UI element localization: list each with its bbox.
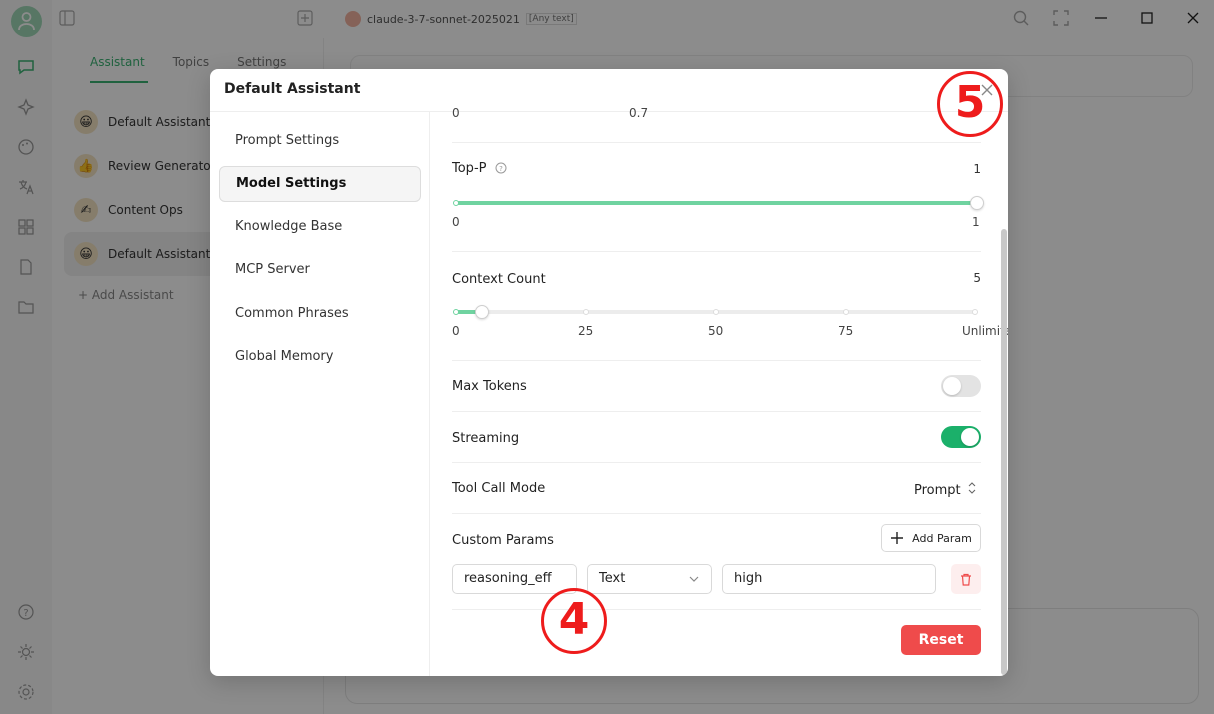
annotation-badge-5: 5	[937, 71, 1003, 137]
nav-common-phrases[interactable]: Common Phrases	[219, 296, 421, 332]
slider-dot	[453, 200, 459, 206]
tool-call-mode-select[interactable]: Prompt	[914, 482, 976, 498]
divider	[452, 142, 981, 143]
slider-dot	[843, 309, 849, 315]
top-p-max-label: 1	[972, 215, 980, 229]
streaming-label: Streaming	[452, 431, 520, 446]
max-tokens-label: Max Tokens	[452, 379, 527, 394]
divider	[452, 411, 981, 412]
tool-call-mode-label: Tool Call Mode	[452, 481, 546, 496]
divider	[452, 609, 981, 610]
nav-model-settings[interactable]: Model Settings	[219, 166, 421, 202]
toggle-knob	[961, 428, 979, 446]
reset-button[interactable]: Reset	[901, 625, 981, 655]
updown-chevron-icon	[968, 482, 976, 494]
slider-dot	[713, 309, 719, 315]
chevron-down-icon	[689, 576, 699, 582]
param-value-input[interactable]: high	[722, 564, 936, 594]
context-tick-75: 75	[838, 324, 854, 338]
divider	[452, 513, 981, 514]
divider	[452, 360, 981, 361]
divider	[452, 251, 981, 252]
trash-icon	[961, 573, 971, 586]
annotation-badge-4: 4	[541, 588, 607, 654]
slider-dot	[972, 309, 978, 315]
top-p-slider-fill	[456, 201, 977, 205]
context-tick-0: 0	[452, 324, 460, 338]
custom-params-label: Custom Params	[452, 533, 554, 548]
toggle-knob	[943, 377, 961, 395]
context-tick-25: 25	[578, 324, 594, 338]
nav-global-memory[interactable]: Global Memory	[219, 339, 421, 375]
nav-prompt-settings[interactable]: Prompt Settings	[219, 123, 421, 159]
svg-text:?: ?	[499, 165, 503, 173]
delete-param-button[interactable]	[951, 564, 981, 594]
top-p-min-label: 0	[452, 215, 460, 229]
context-tick-50: 50	[708, 324, 724, 338]
param-type-value: Text	[599, 571, 626, 586]
param-name-input[interactable]: reasoning_eff	[452, 564, 577, 594]
help-circle-icon[interactable]: ?	[495, 162, 507, 174]
add-param-label: Add Param	[912, 531, 972, 545]
plus-icon	[891, 532, 904, 544]
context-count-slider-handle[interactable]	[475, 305, 490, 319]
assistant-settings-modal: Default Assistant Prompt Settings Model …	[210, 69, 1008, 676]
settings-nav: Prompt Settings Model Settings Knowledge…	[210, 112, 430, 676]
nav-mcp-server[interactable]: MCP Server	[219, 252, 421, 288]
top-p-value: 1	[973, 162, 981, 176]
top-p-label: Top-P ?	[452, 161, 507, 176]
top-p-slider-handle[interactable]	[970, 196, 984, 210]
temperature-min-label: 0	[452, 106, 460, 120]
slider-dot	[453, 309, 459, 315]
modal-title: Default Assistant	[224, 81, 361, 97]
context-count-value: 5	[973, 271, 981, 285]
param-type-select[interactable]: Text	[587, 564, 712, 594]
modal-header: Default Assistant	[210, 69, 1008, 112]
temperature-mark-label: 0.7	[629, 106, 649, 120]
top-p-label-text: Top-P	[452, 161, 487, 176]
divider	[452, 462, 981, 463]
context-count-label: Context Count	[452, 272, 546, 287]
nav-knowledge-base[interactable]: Knowledge Base	[219, 209, 421, 245]
slider-dot	[583, 309, 589, 315]
content-scrollbar[interactable]	[1001, 229, 1007, 675]
add-param-button[interactable]: Add Param	[881, 524, 981, 552]
tool-call-mode-value: Prompt	[914, 483, 961, 498]
max-tokens-toggle[interactable]	[941, 375, 981, 397]
streaming-toggle[interactable]	[941, 426, 981, 448]
